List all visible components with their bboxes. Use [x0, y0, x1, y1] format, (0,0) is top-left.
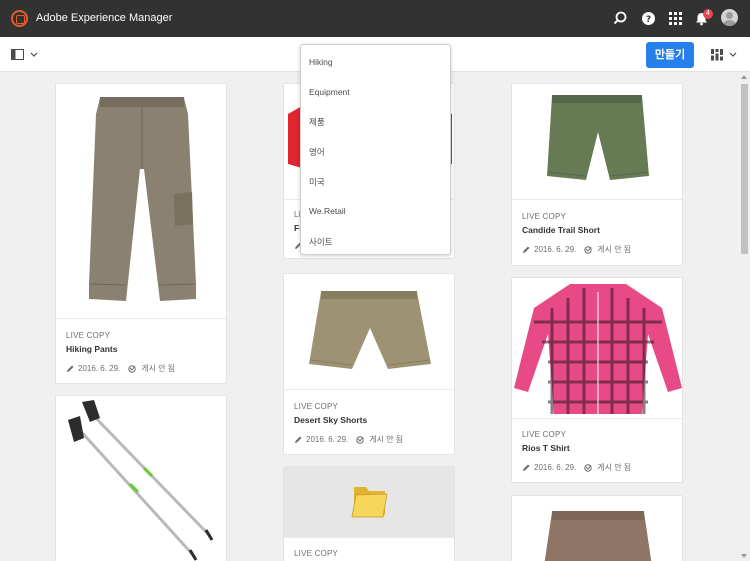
brown-shorts-image	[544, 511, 652, 561]
card-kind: LIVE COPY	[294, 549, 339, 558]
card-kind: LIVE COPY	[294, 402, 339, 411]
modified-date: 2016. 6. 29.	[78, 364, 121, 373]
create-button[interactable]: 만들기	[646, 42, 694, 68]
card-kind: LIVE COPY	[522, 212, 567, 221]
search-icon[interactable]	[612, 10, 629, 27]
scroll-down-arrow-icon[interactable]	[741, 554, 747, 558]
card-title: Candide Trail Short	[522, 225, 600, 235]
breadcrumb-item-us[interactable]: 미국	[309, 176, 325, 188]
unpublished-icon	[584, 246, 592, 254]
plaid-shirt-image	[514, 284, 682, 414]
card-title: Desert Sky Shorts	[294, 415, 368, 425]
card-thumbnail	[512, 496, 682, 561]
green-shorts-image	[547, 95, 649, 180]
unpublished-icon	[356, 436, 364, 444]
card-kind: LIVE COPY	[66, 331, 111, 340]
card-title: Rios T Shirt	[522, 443, 570, 453]
breadcrumb-item-sites[interactable]: 사이트	[309, 236, 332, 248]
card-thumbnail	[284, 274, 454, 389]
breadcrumb-item-equipment[interactable]: Equipment	[309, 87, 350, 97]
notification-count-badge: 4	[703, 9, 713, 19]
modified-date: 2016. 6. 29.	[534, 463, 577, 472]
app-title[interactable]: Adobe Experience Manager	[36, 12, 172, 24]
card-title: Hiking Pants	[66, 344, 118, 354]
global-header: Adobe Experience Manager ? 4	[0, 0, 750, 37]
khaki-shorts-image	[309, 291, 431, 369]
card-thumbnail	[56, 84, 226, 318]
card-thumbnail	[284, 467, 454, 537]
card-view-icon[interactable]	[711, 49, 739, 61]
publish-status: 게시 안 됨	[369, 435, 404, 444]
publish-status: 게시 안 됨	[597, 463, 632, 472]
modified-date: 2016. 6. 29.	[534, 245, 577, 254]
scroll-thumb[interactable]	[741, 84, 748, 254]
card-info: 2016. 6. 29. 게시 안 됨	[66, 363, 175, 374]
user-avatar[interactable]	[721, 9, 738, 26]
pencil-icon	[295, 436, 302, 443]
trekking-poles-image	[68, 400, 214, 561]
help-icon[interactable]: ?	[640, 10, 657, 27]
scroll-up-arrow-icon[interactable]	[741, 75, 747, 79]
unpublished-icon	[584, 464, 592, 472]
vertical-scrollbar[interactable]	[739, 72, 750, 561]
pencil-icon	[523, 464, 530, 471]
card-info: 2016. 6. 29. 게시 안 됨	[294, 434, 403, 445]
card-rios-t-shirt[interactable]: LIVE COPY Rios T Shirt 2016. 6. 29. 게시 안 …	[511, 277, 683, 483]
unpublished-icon	[128, 365, 136, 373]
card-thumbnail	[56, 396, 226, 561]
card-trekking-poles[interactable]	[55, 395, 227, 561]
card-candide-trail-short[interactable]: LIVE COPY Candide Trail Short 2016. 6. 2…	[511, 83, 683, 266]
card-hiking-pants[interactable]: LIVE COPY Hiking Pants 2016. 6. 29. 게시 안 …	[55, 83, 227, 384]
publish-status: 게시 안 됨	[597, 245, 632, 254]
card-info: 2016. 6. 29. 게시 안 됨	[522, 462, 631, 473]
svg-text:?: ?	[646, 15, 651, 25]
hiking-pants-image	[89, 97, 196, 301]
card-kind: LIVE COPY	[522, 430, 567, 439]
card-thumbnail	[512, 84, 682, 199]
card-desert-sky-shorts[interactable]: LIVE COPY Desert Sky Shorts 2016. 6. 29.…	[283, 273, 455, 455]
card-brown-shorts[interactable]	[511, 495, 683, 561]
breadcrumb-item-english[interactable]: 영어	[309, 146, 325, 158]
aem-logo-icon[interactable]	[11, 10, 28, 27]
pencil-icon	[523, 246, 530, 253]
card-thumbnail	[512, 278, 682, 418]
publish-status: 게시 안 됨	[141, 364, 176, 373]
pencil-icon	[67, 365, 74, 372]
card-folder[interactable]: LIVE COPY	[283, 466, 455, 561]
rail-toggle-icon[interactable]	[11, 49, 39, 61]
breadcrumb-dropdown: Hiking Equipment 제품 영어 미국 We.Retail 사이트	[300, 44, 451, 255]
folder-icon	[351, 487, 388, 518]
breadcrumb-item-products[interactable]: 제품	[309, 116, 325, 128]
solutions-icon[interactable]	[667, 10, 684, 27]
card-info: 2016. 6. 29. 게시 안 됨	[522, 244, 631, 255]
breadcrumb-item-weretail[interactable]: We.Retail	[309, 206, 346, 216]
breadcrumb-item-hiking[interactable]: Hiking	[309, 57, 333, 67]
modified-date: 2016. 6. 29.	[306, 435, 349, 444]
